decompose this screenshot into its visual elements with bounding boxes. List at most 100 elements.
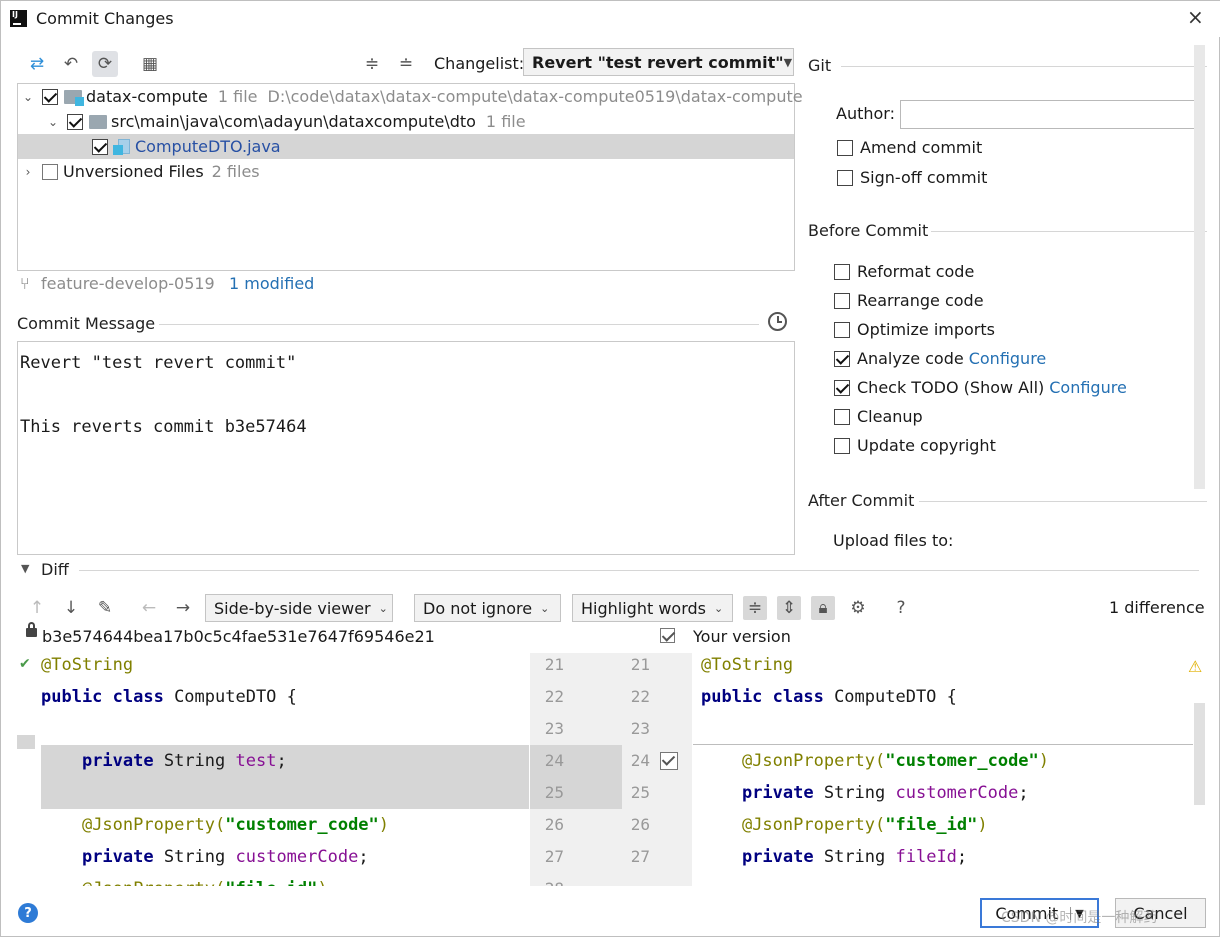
todo-label: Check TODO (Show All)	[857, 378, 1045, 397]
right-line-23: 23	[630, 719, 650, 738]
java-file-icon	[113, 138, 131, 155]
cleanup-checkbox[interactable]	[834, 408, 850, 425]
chevron-down-icon: ⌄	[378, 601, 388, 615]
include-version-checkbox[interactable]	[660, 628, 675, 643]
divider	[931, 231, 1207, 232]
sync-scroll-icon[interactable]: ⇕	[777, 596, 801, 620]
left-code: @ToString public class ComputeDTO { priv…	[41, 655, 390, 886]
history-clock-icon[interactable]	[768, 312, 787, 331]
diff-right-pane[interactable]: @ToString public class ComputeDTO { @Jso…	[693, 653, 1193, 886]
todo-configure-link[interactable]: Configure	[1049, 378, 1127, 397]
gutter-marker	[17, 735, 35, 749]
file-checkbox[interactable]	[92, 138, 108, 155]
author-input[interactable]	[900, 100, 1202, 129]
diff-scrollbar[interactable]	[1194, 703, 1205, 805]
divider	[919, 501, 1207, 502]
help-button[interactable]: ?	[18, 903, 38, 923]
prev-difference-icon[interactable]: ↑	[25, 596, 49, 620]
modified-count[interactable]: 1 modified	[229, 274, 314, 293]
chevron-right-icon[interactable]: ›	[21, 165, 35, 179]
package-count: 1 file	[485, 112, 526, 131]
collapse-all-icon[interactable]: ≐	[393, 51, 419, 77]
apply-change-checkbox[interactable]	[660, 752, 678, 770]
rearrange-code-option[interactable]: Rearrange code	[834, 291, 984, 310]
group-by-icon[interactable]: ▦	[137, 51, 163, 77]
git-section-title: Git	[808, 56, 832, 75]
left-line-22: 22	[544, 687, 564, 706]
viewer-select[interactable]: Side-by-side viewer ⌄	[205, 594, 393, 622]
amend-checkbox[interactable]	[837, 139, 853, 156]
update-copyright-option[interactable]: Update copyright	[834, 436, 996, 455]
chevron-down-icon[interactable]: ⌄	[46, 115, 60, 129]
unversioned-checkbox[interactable]	[42, 163, 58, 180]
right-line-25: 25	[630, 783, 650, 802]
show-diff-icon[interactable]: ⇄	[24, 51, 50, 77]
tree-row-file[interactable]: ComputeDTO.java	[18, 134, 794, 159]
lock-icon[interactable]: 🔒︎	[811, 596, 835, 620]
collapse-unchanged-icon[interactable]: ≑	[743, 596, 767, 620]
amend-commit-option[interactable]: Amend commit	[837, 138, 982, 157]
highlight-select[interactable]: Highlight words ⌄	[572, 594, 733, 622]
signoff-checkbox[interactable]	[837, 169, 853, 186]
chevron-down-icon: ⌄	[540, 601, 550, 615]
reformat-code-option[interactable]: Reformat code	[834, 262, 974, 281]
back-arrow-icon[interactable]: ←	[137, 596, 161, 620]
left-line-23: 23	[544, 719, 564, 738]
optimize-imports-option[interactable]: Optimize imports	[834, 320, 995, 339]
right-line-21: 21	[630, 655, 650, 674]
forward-arrow-icon[interactable]: →	[171, 596, 195, 620]
gear-icon[interactable]: ⚙	[846, 596, 870, 620]
todo-checkbox[interactable]	[834, 379, 850, 396]
analyze-checkbox[interactable]	[834, 350, 850, 367]
commit-message-input[interactable]: Revert "test revert commit" This reverts…	[17, 341, 795, 555]
analyze-configure-link[interactable]: Configure	[969, 349, 1047, 368]
diff-left-pane[interactable]: ✔ @ToString public class ComputeDTO { pr…	[17, 653, 529, 886]
package-name: src\main\java\com\adayun\dataxcompute\dt…	[111, 112, 476, 131]
reformat-checkbox[interactable]	[834, 263, 850, 280]
package-checkbox[interactable]	[67, 113, 83, 130]
ignore-select[interactable]: Do not ignore ⌄	[414, 594, 561, 622]
edit-source-icon[interactable]: ✎	[93, 596, 117, 620]
right-line-27: 27	[630, 847, 650, 866]
close-icon[interactable]: ×	[1187, 5, 1204, 29]
ignore-value: Do not ignore	[423, 598, 533, 618]
your-version-label: Your version	[693, 627, 791, 646]
rollback-icon[interactable]: ↶	[58, 51, 84, 77]
warning-icon[interactable]: ⚠	[1188, 657, 1202, 676]
commit-message-label: Commit Message	[17, 314, 156, 333]
optimize-checkbox[interactable]	[834, 321, 850, 338]
diff-gutter: 21 22 23 24 25 26 27 28 21 22 23 24 25 2…	[530, 653, 692, 886]
changelist-select[interactable]: Revert "test revert commit" ▼	[523, 48, 794, 76]
left-line-28: 28	[534, 873, 564, 886]
branch-name[interactable]: feature-develop-0519	[41, 274, 215, 293]
copyright-label: Update copyright	[857, 436, 996, 455]
check-todo-option[interactable]: Check TODO (Show All) Configure	[834, 378, 1127, 397]
copyright-checkbox[interactable]	[834, 437, 850, 454]
after-commit-title: After Commit	[808, 491, 915, 510]
watermark: CSDN @时间是一种解药	[1001, 910, 1158, 926]
tree-row-package[interactable]: ⌄ src\main\java\com\adayun\dataxcompute\…	[18, 109, 794, 134]
changes-tree: ⌄ datax-compute 1 file D:\code\datax\dat…	[17, 83, 803, 271]
unversioned-label: Unversioned Files	[63, 162, 204, 181]
chevron-down-icon[interactable]: ▼	[21, 562, 29, 575]
signoff-label: Sign-off commit	[860, 168, 988, 187]
analyze-code-option[interactable]: Analyze code Configure	[834, 349, 1046, 368]
rearrange-label: Rearrange code	[857, 291, 984, 310]
signoff-commit-option[interactable]: Sign-off commit	[837, 168, 987, 187]
amend-label: Amend commit	[860, 138, 983, 157]
help-icon[interactable]: ?	[889, 596, 913, 620]
chevron-down-icon[interactable]: ⌄	[21, 90, 35, 104]
tree-row-unversioned[interactable]: › Unversioned Files 2 files	[18, 159, 794, 184]
right-panel-scrollbar[interactable]	[1194, 45, 1205, 489]
expand-all-icon[interactable]: ≑	[359, 51, 385, 77]
tree-row-module[interactable]: ⌄ datax-compute 1 file D:\code\datax\dat…	[18, 84, 803, 109]
next-difference-icon[interactable]: ↓	[59, 596, 83, 620]
analyze-label: Analyze code	[857, 349, 964, 368]
right-line-22: 22	[630, 687, 650, 706]
right-line-24: 24	[630, 751, 650, 770]
cleanup-option[interactable]: Cleanup	[834, 407, 923, 426]
rearrange-checkbox[interactable]	[834, 292, 850, 309]
refresh-icon[interactable]: ⟳	[92, 51, 118, 77]
check-icon: ✔	[19, 656, 31, 672]
module-checkbox[interactable]	[42, 88, 58, 105]
